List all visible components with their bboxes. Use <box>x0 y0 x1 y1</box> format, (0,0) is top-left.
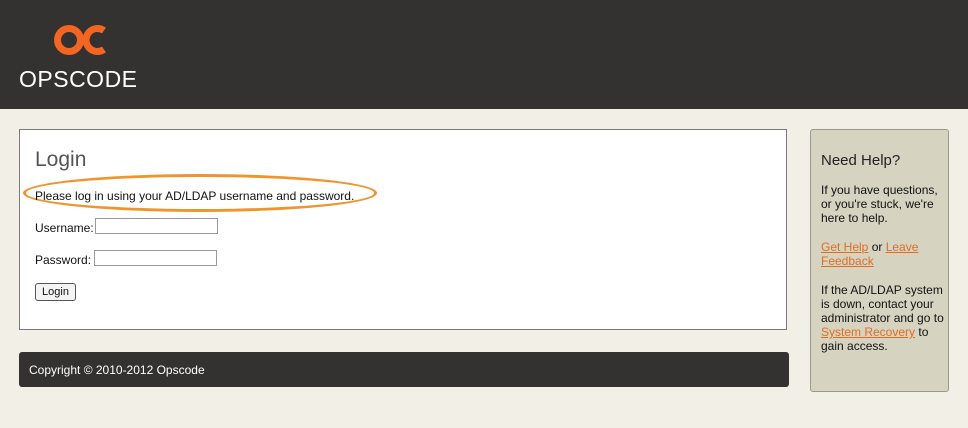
site-header: OPSCODE <box>0 0 968 109</box>
or-text: or <box>868 240 886 254</box>
help-title: Need Help? <box>821 152 901 169</box>
recovery-text-before: If the AD/LDAP system is down, contact y… <box>821 283 944 325</box>
system-recovery-link[interactable]: System Recovery <box>821 325 915 339</box>
password-input[interactable] <box>94 250 217 266</box>
logo-text: OPSCODE <box>19 66 138 92</box>
opscode-logo-icon <box>54 25 106 55</box>
help-paragraph-links: Get Help or Leave Feedback <box>821 240 945 268</box>
login-button[interactable]: Login <box>35 283 76 301</box>
help-paragraph-recovery: If the AD/LDAP system is down, contact y… <box>821 283 945 353</box>
login-panel: Login Please log in using your AD/LDAP u… <box>19 129 787 330</box>
footer: Copyright © 2010-2012 Opscode <box>19 352 789 387</box>
copyright-text: Copyright © 2010-2012 Opscode <box>29 363 205 377</box>
login-instructions: Please log in using your AD/LDAP usernam… <box>35 189 355 203</box>
username-input[interactable] <box>95 218 218 234</box>
password-label: Password: <box>35 253 92 267</box>
help-panel: Need Help? If you have questions, or you… <box>810 129 949 392</box>
username-label: Username: <box>35 221 94 235</box>
help-paragraph-questions: If you have questions, or you're stuck, … <box>821 183 938 225</box>
login-title: Login <box>35 148 87 171</box>
get-help-link[interactable]: Get Help <box>821 240 868 254</box>
